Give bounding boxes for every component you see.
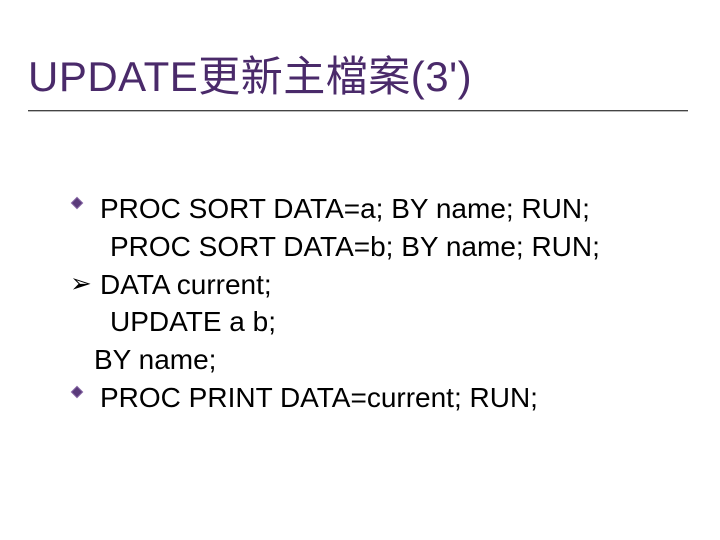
code-text: PROC PRINT DATA=current; RUN;: [100, 379, 670, 417]
title-underline: [28, 110, 688, 111]
code-text: UPDATE a b;: [110, 303, 670, 341]
diamond-bullet-icon: [70, 190, 100, 210]
slide: UPDATE更新主檔案(3') PROC SORT DATA=a; BY nam…: [0, 0, 720, 540]
body-line: PROC SORT DATA=a; BY name; RUN;: [70, 190, 670, 228]
slide-body: PROC SORT DATA=a; BY name; RUN; PROC SOR…: [70, 190, 670, 417]
slide-title: UPDATE更新主檔案(3'): [28, 54, 692, 100]
body-line: PROC PRINT DATA=current; RUN;: [70, 379, 670, 417]
body-line: UPDATE a b;: [70, 303, 670, 341]
code-text: PROC SORT DATA=b; BY name; RUN;: [110, 228, 670, 266]
arrow-bullet-icon: ➢: [70, 266, 100, 296]
title-block: UPDATE更新主檔案(3'): [28, 54, 692, 111]
code-text: BY name;: [94, 341, 670, 379]
body-line: ➢ DATA current;: [70, 266, 670, 304]
diamond-bullet-icon: [70, 379, 100, 399]
code-text: PROC SORT DATA=a; BY name; RUN;: [100, 190, 670, 228]
body-line: PROC SORT DATA=b; BY name; RUN;: [70, 228, 670, 266]
bullet-spacer: [70, 303, 100, 309]
code-text: DATA current;: [100, 266, 670, 304]
bullet-spacer: [70, 228, 100, 234]
body-line: BY name;: [70, 341, 670, 379]
